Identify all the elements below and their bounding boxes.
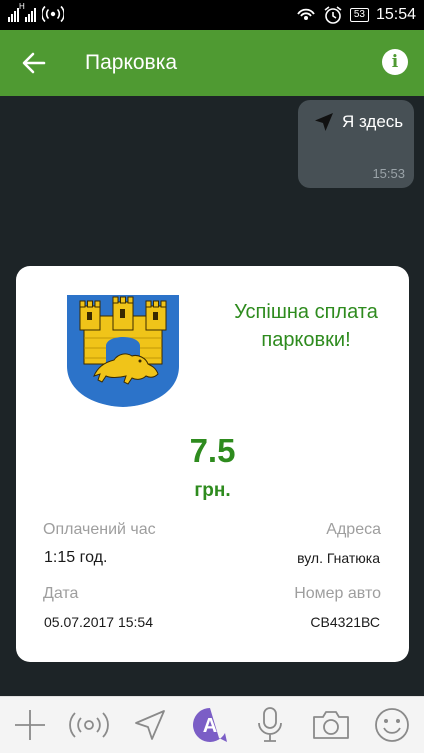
date-label: Дата	[43, 585, 79, 602]
message-content: Я здесь	[314, 112, 403, 132]
car-number-value: СВ4321ВС	[310, 614, 380, 630]
signal-h-icon: H	[19, 2, 36, 22]
sticker-icon[interactable]: A	[190, 705, 230, 745]
payment-currency: грн.	[194, 480, 231, 501]
message-input-bar: A	[0, 696, 424, 753]
payment-amount: 7.5	[189, 432, 236, 469]
car-number-label: Номер авто	[294, 585, 381, 602]
message-text: Я здесь	[342, 112, 404, 131]
paid-time-label: Оплачений час	[43, 521, 156, 538]
chat-area[interactable]: Я здесь 15:53 Успішна сплата парковки! 7…	[0, 96, 424, 696]
status-bar: H 53 15:54	[0, 0, 424, 30]
paid-time-value: 1:15 год.	[44, 549, 108, 566]
success-message: Успішна сплата парковки!	[234, 301, 378, 351]
microphone-icon[interactable]	[250, 705, 290, 745]
lviv-coat-of-arms-icon	[67, 295, 179, 407]
message-time: 15:53	[372, 166, 405, 181]
plus-icon[interactable]	[10, 705, 50, 745]
alarm-icon	[324, 6, 342, 24]
back-arrow-icon[interactable]	[20, 49, 48, 77]
status-left: H	[8, 2, 64, 23]
camera-icon[interactable]	[311, 705, 351, 745]
date-value: 05.07.2017 15:54	[44, 614, 153, 630]
info-icon[interactable]: i	[382, 49, 408, 75]
sticker-letter: A	[203, 715, 217, 737]
status-time: 15:54	[375, 6, 416, 23]
location-icon[interactable]	[130, 705, 170, 745]
address-label: Адреса	[326, 521, 381, 538]
nfc-icon	[297, 8, 315, 20]
signal-icon	[8, 6, 19, 22]
address-value: вул. Гнатюка	[297, 550, 380, 566]
emoji-icon[interactable]	[372, 705, 412, 745]
status-right: 53 15:54	[296, 5, 416, 25]
battery-icon: 53	[349, 8, 369, 22]
page-title: Парковка	[85, 51, 178, 74]
location-arrow-icon	[315, 113, 333, 131]
broadcast-icon[interactable]	[69, 705, 109, 745]
app-bar: Парковка i	[0, 30, 424, 96]
hotspot-icon	[42, 5, 64, 23]
payment-receipt-card: Успішна сплата парковки! 7.5 грн. Оплаче…	[16, 266, 409, 662]
message-bubble[interactable]: Я здесь 15:53	[298, 100, 414, 188]
